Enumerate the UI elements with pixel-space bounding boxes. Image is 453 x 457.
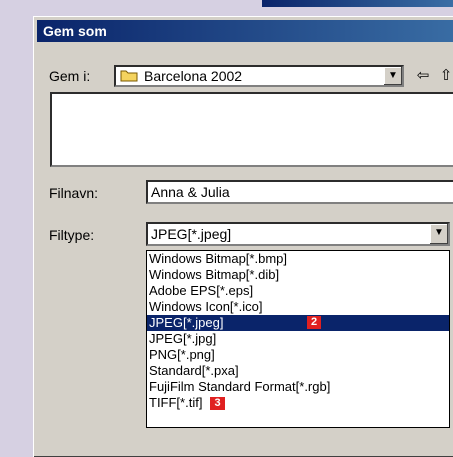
save-in-value: Barcelona 2002 xyxy=(144,68,243,84)
callout-badge: 3 xyxy=(210,397,225,411)
save-in-combobox[interactable]: Barcelona 2002 ▼ xyxy=(114,65,404,87)
filetype-option[interactable]: FujiFilm Standard Format[*.rgb] xyxy=(147,379,449,395)
filetype-combobox[interactable]: JPEG[*.jpeg] ▼ xyxy=(146,222,450,246)
filename-input[interactable]: Anna & Julia xyxy=(146,180,453,204)
up-folder-icon[interactable]: ⇧ xyxy=(437,67,453,85)
filetype-option[interactable]: PNG[*.png] xyxy=(147,347,449,363)
option-label: PNG[*.png] xyxy=(149,347,215,362)
filetype-dropdown-list: Windows Bitmap[*.bmp] Windows Bitmap[*.d… xyxy=(146,250,450,428)
option-label: Standard[*.pxa] xyxy=(149,363,239,378)
option-label: Windows Bitmap[*.bmp] xyxy=(149,251,287,266)
option-label: FujiFilm Standard Format[*.rgb] xyxy=(149,379,331,394)
filetype-option[interactable]: Standard[*.pxa] xyxy=(147,363,449,379)
filetype-option[interactable]: Windows Icon[*.ico] xyxy=(147,299,449,315)
background-window-titlebar xyxy=(262,0,453,7)
back-arrow-icon[interactable]: ⇦ xyxy=(414,67,432,85)
dialog-title: Gem som xyxy=(37,20,453,42)
filetype-option-selected[interactable]: JPEG[*.jpeg] 2 xyxy=(147,315,449,331)
chevron-down-icon[interactable]: ▼ xyxy=(383,67,402,85)
filetype-option[interactable]: TIFF[*.tif] 3 xyxy=(147,395,449,411)
option-label: JPEG[*.jpg] xyxy=(149,331,217,346)
option-label: Windows Bitmap[*.dib] xyxy=(149,267,280,282)
folder-icon xyxy=(120,70,138,82)
callout-badge: 2 xyxy=(307,316,322,329)
option-label: Adobe EPS[*.eps] xyxy=(149,283,254,298)
filetype-option[interactable]: Adobe EPS[*.eps] xyxy=(147,283,449,299)
filetype-option[interactable]: Windows Bitmap[*.dib] xyxy=(147,267,449,283)
file-list[interactable] xyxy=(50,92,453,167)
filetype-option[interactable]: JPEG[*.jpg] xyxy=(147,331,449,347)
filename-label: Filnavn: xyxy=(49,185,99,201)
filetype-option[interactable]: Windows Bitmap[*.bmp] xyxy=(147,251,449,267)
save-as-dialog: Gem som Gem i: Barcelona 2002 ▼ ⇦ ⇧ Filn… xyxy=(33,16,453,457)
filetype-value: JPEG[*.jpeg] xyxy=(151,226,232,242)
option-label: JPEG[*.jpeg] xyxy=(149,315,224,330)
option-label: TIFF[*.tif] xyxy=(149,395,203,410)
save-in-label: Gem i: xyxy=(49,68,91,84)
option-label: Windows Icon[*.ico] xyxy=(149,299,263,314)
filetype-label: Filtype: xyxy=(49,227,95,243)
chevron-down-icon[interactable]: ▼ xyxy=(429,224,448,244)
